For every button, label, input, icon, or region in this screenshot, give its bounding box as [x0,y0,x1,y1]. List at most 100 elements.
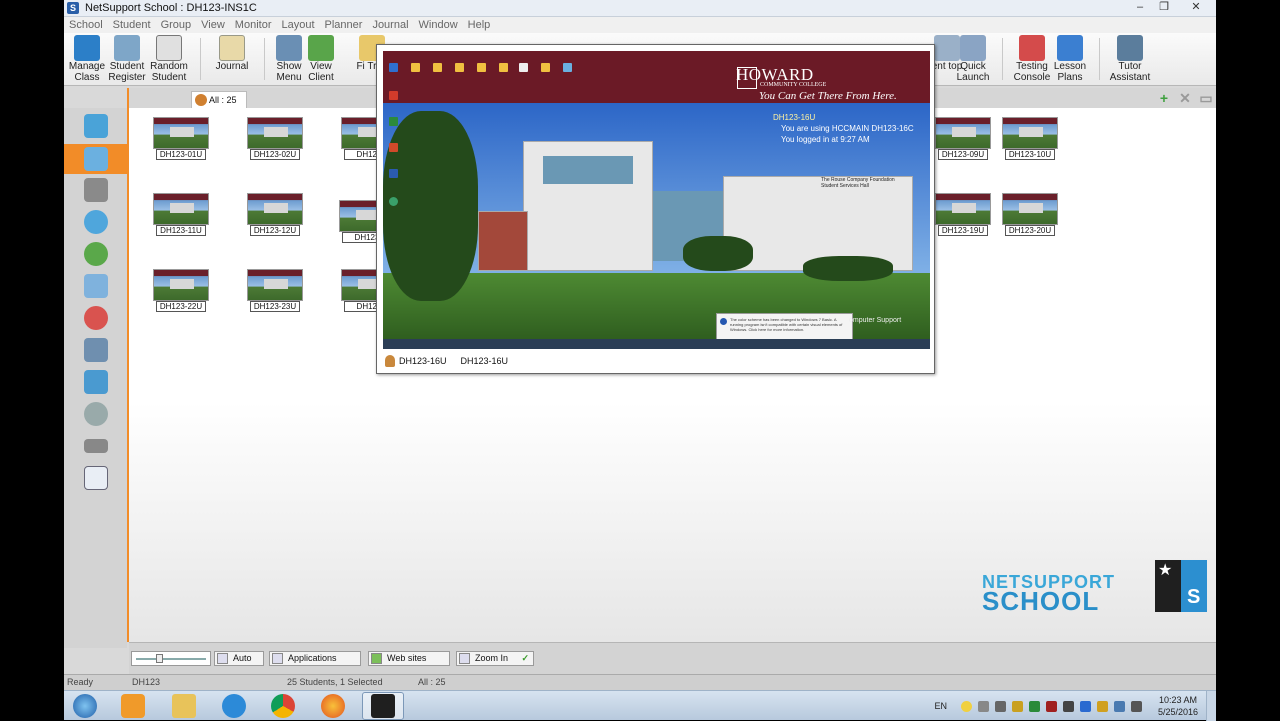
tray-icon[interactable] [1079,700,1091,712]
clock[interactable]: 10:23 AM 5/25/2016 [1158,694,1198,718]
taskbar-media-player[interactable] [112,692,154,720]
sidebar-thumbnails[interactable] [64,144,127,174]
sidebar-reports[interactable] [78,304,114,332]
language-indicator[interactable]: EN [934,701,947,711]
folder-icon [433,63,442,72]
sidebar-home[interactable] [78,112,114,140]
web-sites-label: Web sites [387,653,427,663]
zoom-in-label: Zoom In [475,653,509,663]
menu-student[interactable]: Student [108,19,156,31]
taskbar-internet-explorer[interactable] [213,692,255,720]
star-icon: ★ [1158,562,1173,579]
random-student-button[interactable]: Random Student [146,33,192,86]
dice-icon [156,35,182,61]
tab-tools: + ✕ ▭ [1157,91,1216,105]
show-desktop-button[interactable] [1206,691,1216,721]
menu-planner[interactable]: Planner [320,19,368,31]
remove-group-icon[interactable]: ✕ [1178,91,1192,105]
notification-balloon[interactable]: The color scheme has been changed to Win… [716,313,853,341]
sidebar-applications[interactable] [78,272,114,300]
sidebar-users[interactable] [78,368,114,396]
taskbar-chrome[interactable] [262,692,304,720]
view-client-button[interactable]: View Client [298,33,344,86]
magnifier-icon [459,653,470,664]
zoomed-thumbnail-popup[interactable]: HOWARD COMMUNITY COLLEGE You Can Get The… [376,44,935,374]
menu-journal[interactable]: Journal [367,19,413,31]
shield-icon[interactable] [1045,700,1057,712]
auto-button[interactable]: Auto [214,651,264,666]
desktop-shortcut-icon [389,63,398,72]
taskbar-netsupport[interactable] [362,692,404,720]
volume-icon[interactable] [1130,700,1142,712]
add-group-icon[interactable]: + [1157,91,1171,105]
ribbon-separator [1002,38,1003,80]
web-sites-button[interactable]: Web sites [368,651,450,666]
student-thumbnail[interactable]: DH123-11U [153,193,209,237]
users-icon [195,94,207,106]
minimize-button[interactable]: – [1128,0,1152,16]
applications-icon [272,653,283,664]
network-icon[interactable] [1113,700,1125,712]
tab-all[interactable]: All : 25 [191,91,247,108]
menu-window[interactable]: Window [414,19,463,31]
maximize-button[interactable]: ❐ [1152,0,1176,16]
close-button[interactable]: ✕ [1176,0,1216,16]
home-icon [84,114,108,138]
sidebar-help-requests[interactable] [78,208,114,236]
sidebar-devices[interactable] [78,400,114,428]
sidebar-keyboard[interactable] [78,432,114,460]
media-player-icon [121,694,145,718]
student-thumbnail[interactable]: DH123-19U [935,193,991,237]
powerpoint-icon [389,143,398,152]
tray-icon[interactable] [1028,700,1040,712]
sidebar-monitor[interactable] [78,464,114,492]
student-thumbnail[interactable]: DH123-20U [1002,193,1058,237]
student-register-button[interactable]: Student Register [104,33,150,86]
thumbnail-image [153,117,209,149]
tab-options-icon[interactable]: ▭ [1199,91,1213,105]
login-time-info: You logged in at 9:27 AM [781,135,870,144]
slider-handle[interactable] [156,654,163,663]
lesson-plans-button[interactable]: Lesson Plans [1047,33,1093,86]
menu-group[interactable]: Group [156,19,197,31]
sidebar-printing[interactable] [78,336,114,364]
tray-icon[interactable] [1062,700,1074,712]
menu-school[interactable]: School [64,19,108,31]
globe-icon [371,653,382,664]
menu-monitor[interactable]: Monitor [230,19,277,31]
student-thumbnail[interactable]: DH123-02U [247,117,303,161]
tray-icon[interactable] [994,700,1006,712]
tray-icon[interactable] [960,700,972,712]
applications-button[interactable]: Applications [269,651,361,666]
student-register-icon [114,35,140,61]
menu-help[interactable]: Help [463,19,496,31]
student-thumbnail[interactable]: DH123-01U [153,117,209,161]
journal-button[interactable]: Journal [209,33,255,86]
quick-launch-button[interactable]: Quick Launch [950,33,996,86]
student-thumbnail[interactable]: DH123-10U [1002,117,1058,161]
zoom-slider[interactable] [131,651,211,666]
student-thumbnail[interactable]: DH123-09U [935,117,991,161]
thumbnail-label: DH123-20U [1005,225,1055,236]
tutor-assistant-button[interactable]: Tutor Assistant [1107,33,1153,86]
journal-icon [219,35,245,61]
taskbar-explorer[interactable] [163,692,205,720]
internet-explorer-icon [222,694,246,718]
status-group: All : 25 [418,677,446,687]
student-thumbnail[interactable]: DH123-22U [153,269,209,313]
taskbar-firefox[interactable] [312,692,354,720]
applications-label: Applications [288,653,337,663]
zoom-in-button[interactable]: Zoom In ✓ [456,651,534,666]
tray-icon[interactable] [1096,700,1108,712]
tray-icon[interactable] [977,700,989,712]
menu-view[interactable]: View [196,19,230,31]
sidebar-web[interactable] [78,240,114,268]
tray-icon[interactable] [1011,700,1023,712]
start-button[interactable] [64,692,106,720]
netsupport-icon [371,694,395,718]
student-thumbnail[interactable]: DH123-23U [247,269,303,313]
remote-screen-preview[interactable]: HOWARD COMMUNITY COLLEGE You Can Get The… [383,51,930,349]
student-thumbnail[interactable]: DH123-12U [247,193,303,237]
sidebar-audio[interactable] [78,176,114,204]
menu-layout[interactable]: Layout [276,19,319,31]
